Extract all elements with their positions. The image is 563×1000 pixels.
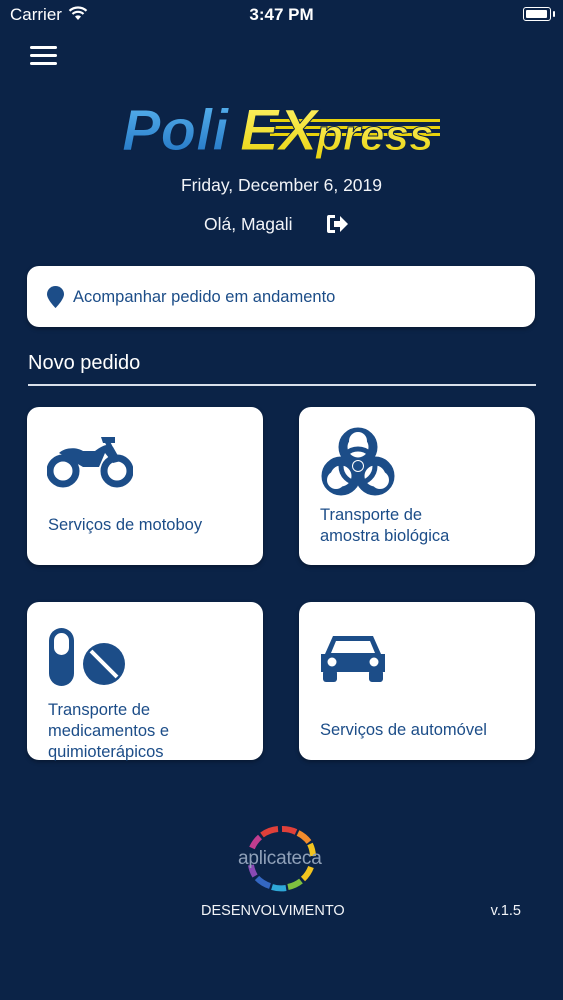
medicines-transport-card[interactable]: Transporte de medicamentos e quimioteráp… (27, 602, 263, 761)
medicines-transport-label: Transporte de medicamentos e quimioteráp… (48, 701, 170, 761)
biological-sample-label: Transporte de amostra biológica (320, 506, 450, 545)
development-label: DESENVOLVIMENTO (201, 903, 345, 919)
status-time: 3:47 PM (249, 5, 314, 24)
logout-icon[interactable] (325, 213, 349, 235)
greeting: Olá, Magali (204, 214, 293, 234)
section-divider (28, 384, 536, 386)
car-service-card[interactable]: Serviços de automóvel (299, 602, 535, 760)
track-order-button[interactable]: Acompanhar pedido em andamento (27, 266, 535, 327)
aplicateca-brand: aplicateca (238, 848, 322, 869)
section-title: Novo pedido (28, 352, 141, 374)
biological-sample-card[interactable]: Transporte de amostra biológica (299, 407, 535, 565)
poliexpress-logo: Poli EX press (122, 98, 440, 164)
motoboy-service-card[interactable]: Serviços de motoboy (27, 407, 263, 565)
location-pin-icon (47, 286, 64, 308)
logo-text-poli: Poli (122, 98, 230, 163)
logo-text-ex: EX (240, 98, 321, 163)
track-order-label: Acompanhar pedido em andamento (73, 288, 336, 306)
status-bar: Carrier 3:47 PM (0, 0, 563, 30)
pills-icon (49, 628, 125, 686)
app-version: v.1.5 (490, 903, 521, 919)
biohazard-icon (321, 427, 395, 496)
car-service-label: Serviços de automóvel (320, 721, 487, 739)
motorcycle-icon (47, 437, 133, 488)
menu-button[interactable] (30, 45, 58, 67)
current-date: Friday, December 6, 2019 (180, 175, 383, 195)
motoboy-service-label: Serviços de motoboy (48, 516, 203, 534)
car-icon (321, 636, 385, 682)
logo-text-press: press (315, 111, 433, 160)
battery-icon (523, 7, 555, 21)
